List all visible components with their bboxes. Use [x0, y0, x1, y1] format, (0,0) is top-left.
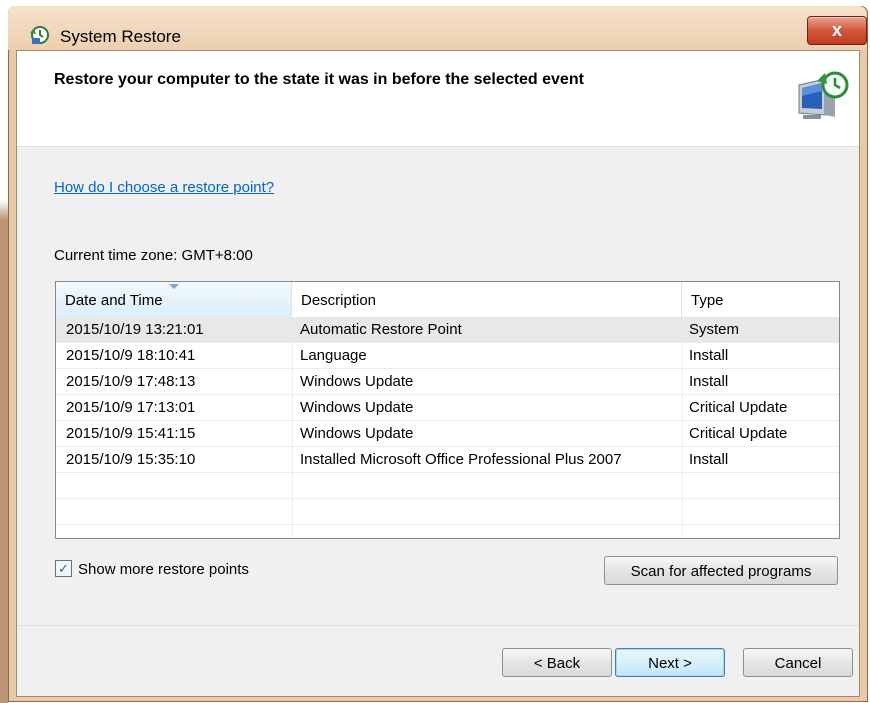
- sort-arrow-icon: [169, 284, 179, 289]
- cell-type: Critical Update: [689, 425, 788, 442]
- cell-description: Windows Update: [300, 425, 414, 442]
- restore-monitor-icon: [798, 71, 849, 119]
- table-row[interactable]: 2015/10/9 17:48:13 Windows Update Instal…: [56, 369, 839, 395]
- cancel-button[interactable]: Cancel: [743, 648, 853, 677]
- column-label-description: Description: [301, 292, 377, 309]
- cell-description: Windows Update: [300, 399, 414, 416]
- dialog-client-area: Restore your computer to the state it wa…: [16, 50, 860, 697]
- cell-date: 2015/10/9 18:10:41: [66, 347, 196, 364]
- help-restore-point-link[interactable]: How do I choose a restore point?: [54, 179, 274, 196]
- background-strip: [0, 0, 8, 703]
- system-restore-icon: [30, 26, 49, 44]
- footer-separator: [17, 625, 859, 626]
- dialog-header: Restore your computer to the state it wa…: [17, 51, 859, 147]
- header-heading: Restore your computer to the state it wa…: [54, 71, 584, 88]
- close-icon: x: [831, 20, 842, 40]
- cell-description: Installed Microsoft Office Professional …: [300, 451, 622, 468]
- cell-type: System: [689, 321, 740, 338]
- cell-type: Install: [689, 347, 729, 364]
- cell-date: 2015/10/9 15:41:15: [66, 425, 196, 442]
- empty-row: [56, 499, 839, 525]
- column-label-type: Type: [691, 292, 724, 309]
- table-row[interactable]: 2015/10/19 13:21:01 Automatic Restore Po…: [56, 317, 839, 343]
- scan-affected-programs-button[interactable]: Scan for affected programs: [604, 556, 838, 585]
- column-header-date[interactable]: Date and Time: [56, 282, 292, 317]
- back-button[interactable]: < Back: [502, 648, 612, 677]
- restore-point-list[interactable]: Date and Time Description Type 2015/10/1…: [55, 281, 840, 539]
- cell-date: 2015/10/9 17:13:01: [66, 399, 196, 416]
- show-more-checkbox[interactable]: ✓: [55, 560, 72, 577]
- cell-type: Critical Update: [689, 399, 788, 416]
- cell-type: Install: [689, 373, 729, 390]
- window-title: System Restore: [60, 27, 181, 46]
- title-bar[interactable]: System Restore x: [8, 6, 867, 50]
- close-button[interactable]: x: [807, 16, 867, 45]
- cell-date: 2015/10/9 17:48:13: [66, 373, 196, 390]
- cell-description: Windows Update: [300, 373, 414, 390]
- column-header-description[interactable]: Description: [292, 282, 682, 317]
- table-row[interactable]: 2015/10/9 15:35:10 Installed Microsoft O…: [56, 447, 839, 473]
- empty-row: [56, 473, 839, 499]
- table-row[interactable]: 2015/10/9 18:10:41 Language Install: [56, 343, 839, 369]
- column-label-date: Date and Time: [65, 292, 163, 309]
- table-row[interactable]: 2015/10/9 17:13:01 Windows Update Critic…: [56, 395, 839, 421]
- list-header: Date and Time Description Type: [56, 282, 839, 318]
- cell-description: Automatic Restore Point: [300, 321, 462, 338]
- checkmark-icon: ✓: [58, 561, 69, 576]
- table-row[interactable]: 2015/10/9 15:41:15 Windows Update Critic…: [56, 421, 839, 447]
- show-more-label[interactable]: Show more restore points: [78, 561, 249, 578]
- cell-date: 2015/10/9 15:35:10: [66, 451, 196, 468]
- cell-type: Install: [689, 451, 729, 468]
- cell-description: Language: [300, 347, 367, 364]
- column-header-type[interactable]: Type: [682, 282, 839, 317]
- timezone-label: Current time zone: GMT+8:00: [54, 247, 253, 264]
- cell-date: 2015/10/19 13:21:01: [66, 321, 204, 338]
- next-button[interactable]: Next >: [615, 648, 725, 677]
